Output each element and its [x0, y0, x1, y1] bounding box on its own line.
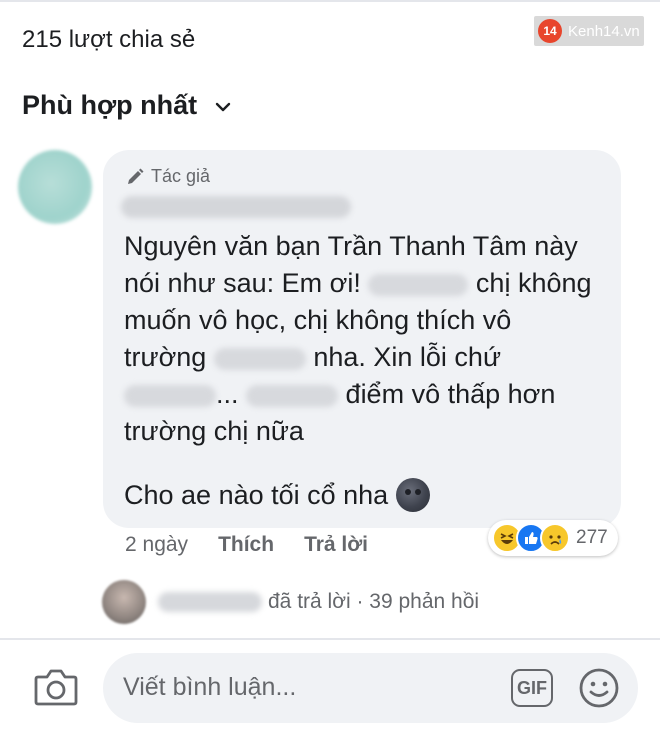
sort-dropdown[interactable]: Phù hợp nhất — [22, 90, 231, 121]
author-badge-label: Tác giả — [151, 166, 211, 186]
comment-text: Nguyên văn bạn Trần Thanh Tâm này nói nh… — [124, 228, 614, 450]
comment-composer: GIF — [0, 640, 660, 733]
watermark: 14 Kenh14.vn — [534, 16, 644, 46]
view-replies[interactable]: đã trả lời · 39 phản hồi — [102, 580, 479, 624]
comment-line-5a: ... — [216, 379, 239, 409]
comment-line-3: muốn vô học, chị không thích vô — [124, 305, 512, 335]
redacted-word — [213, 347, 306, 370]
reply-avatar — [102, 580, 146, 624]
like-button[interactable]: Thích — [218, 533, 274, 557]
reply-author-blurred — [158, 592, 262, 612]
new-moon-face-icon — [396, 478, 431, 512]
top-divider — [0, 0, 660, 2]
comment-line-4b: nha. Xin lỗi chứ — [313, 342, 502, 372]
chevron-down-icon — [215, 102, 231, 111]
comment-line-2a: nói như sau: Em ơi! — [124, 268, 361, 298]
reply-summary-text: đã trả lời · 39 phản hồi — [268, 590, 480, 613]
comment-line-7: Cho ae nào tối cổ nha — [124, 479, 389, 510]
redacted-word — [246, 384, 339, 407]
commenter-avatar[interactable] — [18, 150, 92, 224]
comment-bubble: Tác giả Nguyên văn bạn Trần Thanh Tâm nà… — [103, 150, 621, 528]
author-badge: Tác giả — [125, 166, 210, 187]
comment-line-6: trường chị nữa — [124, 416, 304, 446]
sort-label: Phù hợp nhất — [22, 90, 198, 120]
redacted-word — [124, 384, 216, 407]
watermark-logo: 14 — [538, 19, 562, 43]
comment-line-5b: điểm vô thấp hơn — [345, 379, 556, 409]
pencil-icon — [128, 168, 144, 184]
reaction-count: 277 — [576, 527, 608, 548]
comment-time[interactable]: 2 ngày — [125, 533, 188, 557]
comment-input[interactable] — [123, 667, 483, 707]
redacted-word — [368, 273, 469, 296]
comment-input-container: GIF — [103, 653, 638, 723]
comment-actions: 2 ngày Thích Trả lời — [125, 533, 368, 557]
comment-line-1: Nguyên văn bạn Trần Thanh Tâm này — [124, 231, 578, 261]
reply-button[interactable]: Trả lời — [304, 533, 368, 557]
comment-line-4a: trường — [124, 342, 207, 372]
reactions-summary[interactable]: 277 — [488, 520, 618, 556]
author-name-blurred[interactable] — [121, 196, 351, 218]
watermark-text: Kenh14.vn — [568, 22, 640, 40]
shares-count[interactable]: 215 lượt chia sẻ — [22, 26, 195, 54]
comment-line-2b: chị không — [475, 268, 592, 298]
comment-second-paragraph: Cho ae nào tối cổ nha — [124, 478, 431, 512]
sad-reaction-icon — [540, 523, 570, 553]
smiley-icon[interactable] — [578, 667, 620, 709]
camera-icon[interactable] — [34, 667, 78, 707]
gif-button[interactable]: GIF — [511, 669, 553, 707]
